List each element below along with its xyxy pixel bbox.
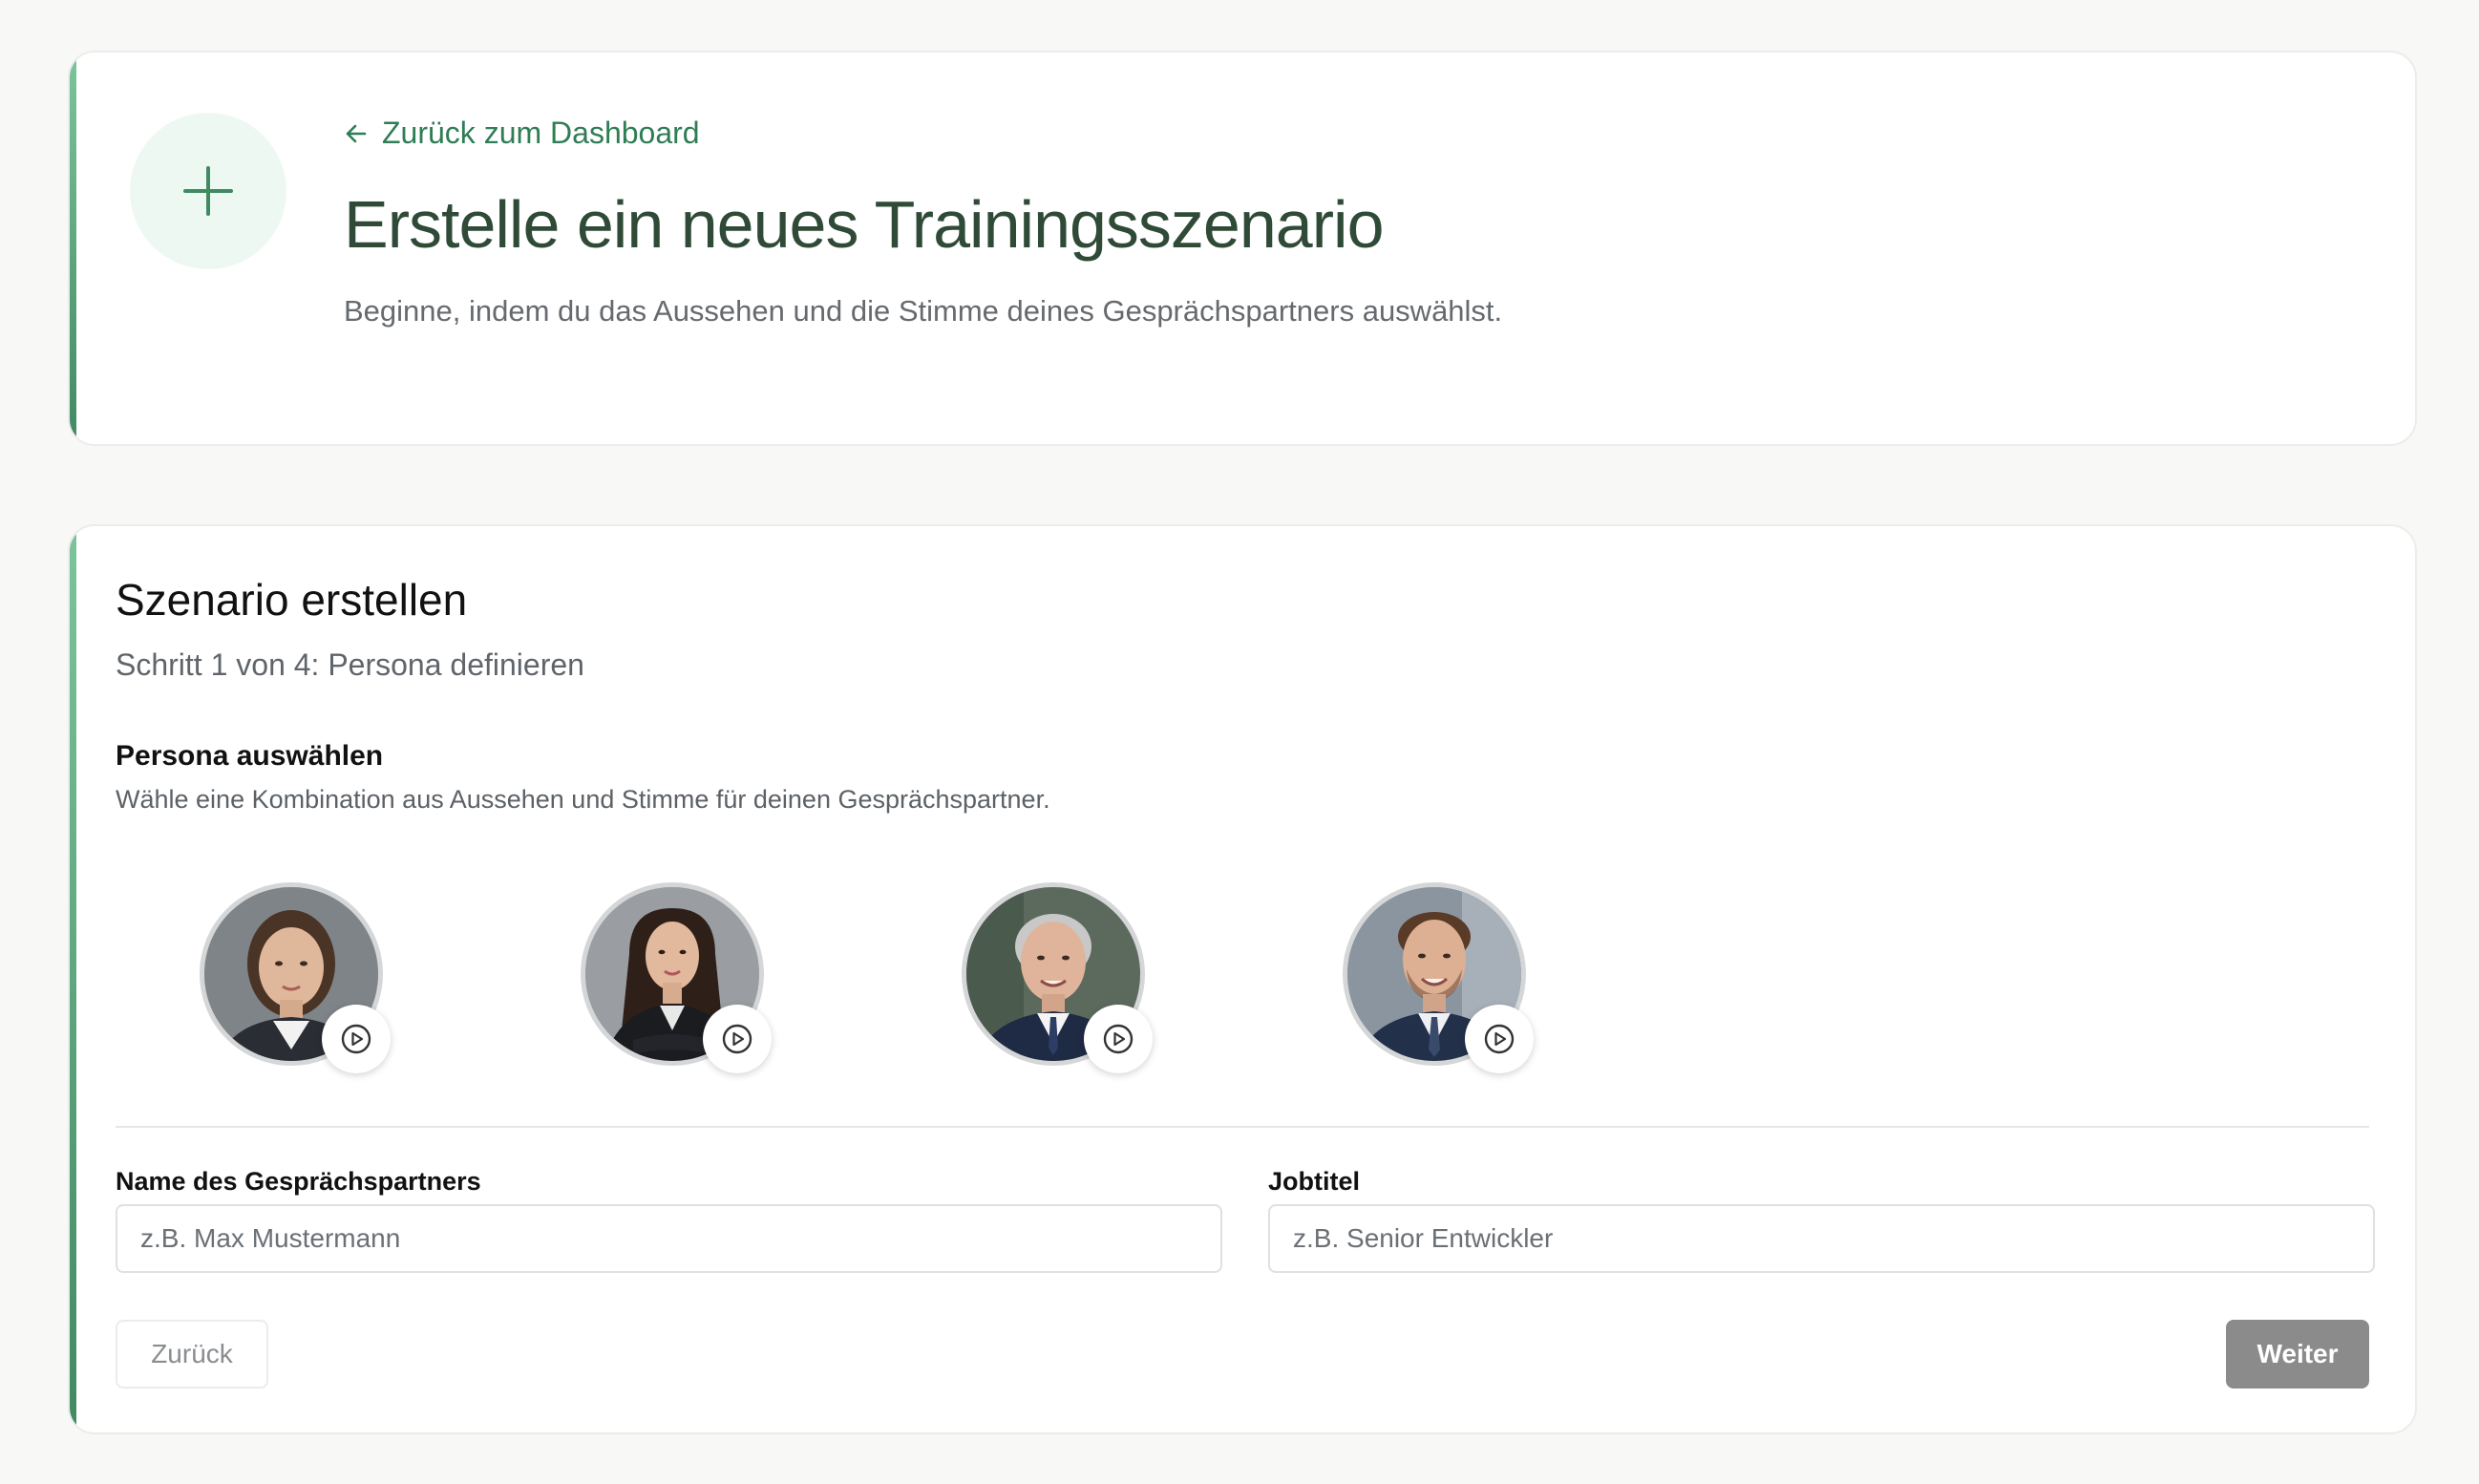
persona-description: Wähle eine Kombination aus Aussehen und … [116,785,1050,814]
play-icon [341,1024,371,1054]
back-to-dashboard-label: Zurück zum Dashboard [382,116,700,150]
page-title: Erstelle ein neues Trainingsszenario [344,187,1385,262]
play-voice-button-2[interactable] [703,1005,772,1073]
play-voice-button-4[interactable] [1465,1005,1534,1073]
plus-icon [183,166,233,216]
persona-option-4[interactable] [1343,882,1534,1073]
plus-badge [130,113,286,269]
page-subtitle: Beginne, indem du das Aussehen und die S… [344,294,1503,328]
next-button[interactable]: Weiter [2226,1320,2369,1389]
play-voice-button-1[interactable] [322,1005,391,1073]
partner-name-input[interactable] [116,1204,1222,1273]
arrow-left-icon [346,124,367,142]
back-to-dashboard-link[interactable]: Zurück zum Dashboard [344,116,700,151]
play-icon [1484,1024,1515,1054]
persona-option-1[interactable] [200,882,391,1073]
play-icon [1103,1024,1134,1054]
step-indicator: Schritt 1 von 4: Persona definieren [116,647,584,682]
persona-option-2[interactable] [581,882,772,1073]
name-field-label: Name des Gesprächspartners [116,1167,481,1196]
scenario-wizard-card: Szenario erstellen Schritt 1 von 4: Pers… [68,524,2417,1434]
job-title-input[interactable] [1268,1204,2375,1273]
persona-option-3[interactable] [962,882,1153,1073]
persona-heading: Persona auswählen [116,740,384,772]
section-divider [116,1126,2369,1128]
job-title-field-label: Jobtitel [1268,1167,1361,1196]
wizard-title: Szenario erstellen [116,575,468,625]
back-button[interactable]: Zurück [116,1320,268,1389]
play-icon [722,1024,752,1054]
play-voice-button-3[interactable] [1084,1005,1153,1073]
header-card: Zurück zum Dashboard Erstelle ein neues … [68,51,2417,446]
